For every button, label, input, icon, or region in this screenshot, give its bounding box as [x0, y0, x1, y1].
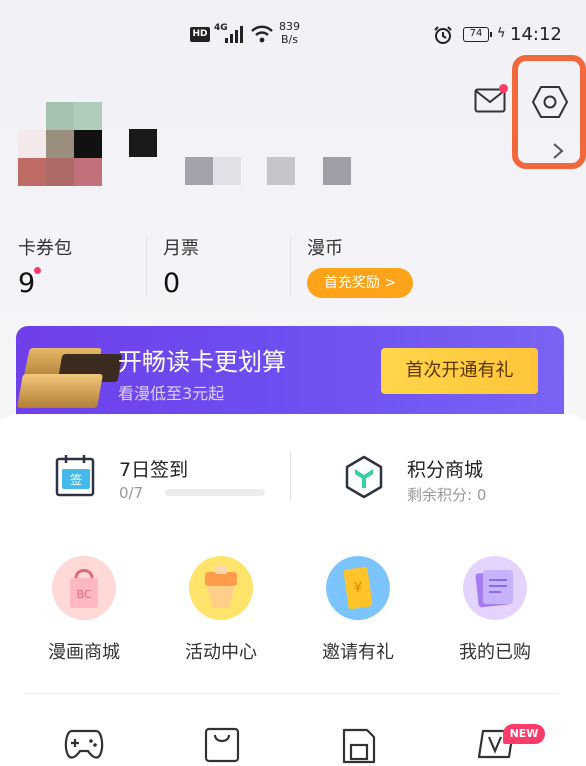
speed-unit: B/s	[281, 33, 298, 46]
first-recharge-reward-button[interactable]: 首充奖励 >	[307, 268, 413, 298]
coins-label: 漫币	[307, 238, 343, 259]
activity-center-entry[interactable]: 活动中心	[161, 556, 281, 664]
activity-center-icon	[189, 556, 253, 620]
save-icon[interactable]	[341, 727, 377, 765]
monthly-tickets-value: 0	[163, 268, 181, 299]
coupons-value: 9	[18, 268, 36, 299]
battery-indicator: 74	[463, 27, 492, 42]
network-speed: 839 B/s	[279, 20, 300, 46]
svg-text:签: 签	[70, 472, 82, 487]
purchased-books-icon	[463, 556, 527, 620]
grid-label: 活动中心	[185, 642, 257, 663]
coupons-label: 卡券包	[18, 238, 72, 259]
stat-divider	[290, 236, 291, 296]
my-purchases-entry[interactable]: 我的已购	[435, 556, 555, 664]
reading-card-banner[interactable]: 开畅读卡更划算 看漫低至3元起 首次开通有礼	[16, 326, 564, 416]
new-badge: NEW	[503, 724, 545, 744]
first-subscribe-gift-button[interactable]: 首次开通有礼	[381, 348, 538, 394]
card-divider	[290, 451, 291, 501]
banner-subtitle: 看漫低至3元起	[118, 384, 225, 403]
checkin-progress-bar	[165, 489, 265, 496]
grid-label: 邀请有礼	[322, 642, 394, 663]
monthly-tickets-stat[interactable]: 月票 0	[163, 234, 199, 299]
grid-label: 我的已购	[459, 642, 531, 663]
bag-icon[interactable]	[204, 727, 240, 763]
hd-indicator: HD	[190, 27, 210, 42]
points-shop-icon[interactable]	[341, 454, 387, 500]
red-envelope-icon: ¥	[326, 556, 390, 620]
coins-stat[interactable]: 漫币	[307, 234, 343, 260]
notification-dot	[499, 84, 508, 93]
banner-title: 开畅读卡更划算	[118, 348, 286, 376]
status-bar: HD 4G 839 B/s 74 ϟ 14:12	[0, 0, 586, 66]
calendar-checkin-icon[interactable]: 签	[54, 453, 100, 499]
settings-icon[interactable]	[531, 84, 569, 120]
status-time: 14:12	[510, 24, 562, 45]
invite-gift-entry[interactable]: ¥ 邀请有礼	[298, 556, 418, 664]
remaining-points: 剩余积分: 0	[407, 486, 487, 504]
svg-text:BC: BC	[76, 588, 91, 601]
svg-text:¥: ¥	[354, 580, 363, 596]
monthly-tickets-label: 月票	[163, 238, 199, 259]
books-illustration	[16, 334, 123, 416]
stat-divider	[146, 236, 147, 296]
checkin-progress-text: 0/7	[119, 484, 144, 502]
points-shop-title[interactable]: 积分商城	[407, 455, 483, 482]
checkin-title[interactable]: 7日签到	[119, 455, 188, 482]
charging-icon: ϟ	[497, 26, 506, 41]
comic-mall-entry[interactable]: BC 漫画商城	[24, 556, 144, 664]
coupons-stat[interactable]: 卡券包 9	[18, 234, 72, 299]
avatar[interactable]	[18, 102, 102, 186]
section-divider	[24, 693, 558, 694]
gamepad-icon[interactable]	[64, 727, 104, 761]
speed-value: 839	[279, 20, 300, 33]
shopping-bag-icon: BC	[52, 556, 116, 620]
alarm-icon	[434, 26, 452, 44]
wifi-icon	[251, 25, 273, 43]
coupons-badge-dot	[34, 267, 41, 274]
chevron-right-icon[interactable]	[552, 142, 564, 160]
grid-label: 漫画商城	[48, 642, 120, 663]
signal-icon	[225, 26, 245, 43]
